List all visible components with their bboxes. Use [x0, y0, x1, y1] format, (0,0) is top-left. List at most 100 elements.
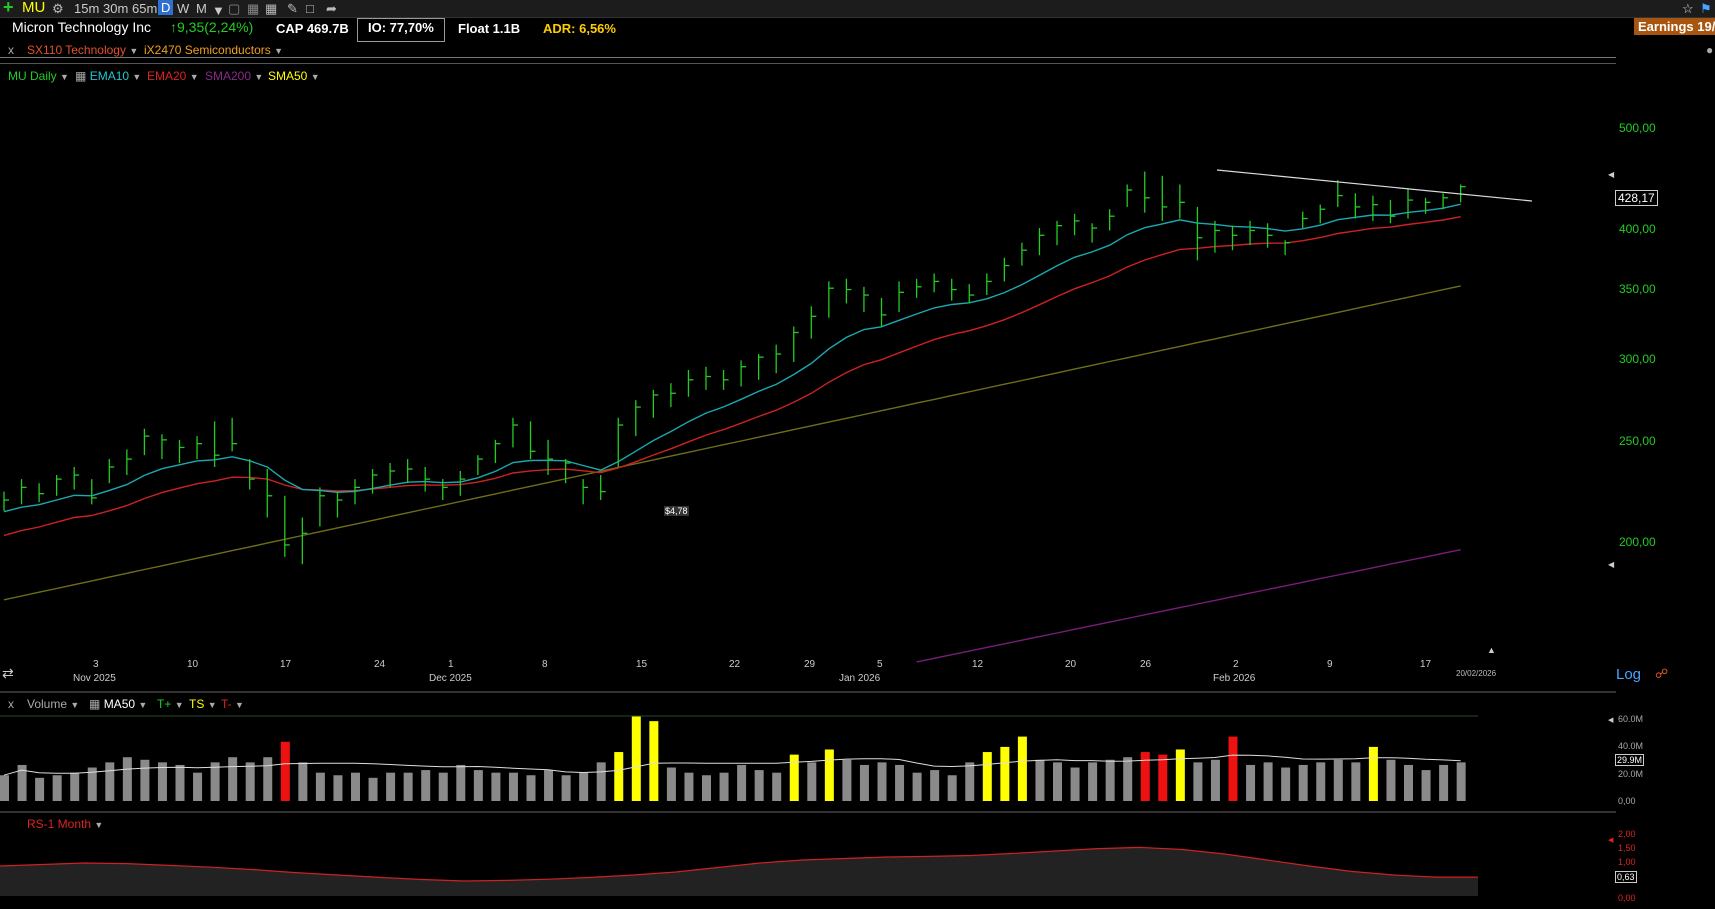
volume-bar — [965, 762, 975, 801]
volume-current-label: 29.9M — [1615, 754, 1645, 766]
price-bar — [319, 487, 325, 527]
volume-bar — [333, 775, 343, 801]
volume-bar — [438, 772, 448, 801]
volume-bar — [1281, 767, 1291, 801]
price-chart[interactable] — [0, 0, 1715, 909]
date-tick: 15 — [636, 659, 648, 670]
volume-arrow-icon: ◀ — [1608, 717, 1614, 724]
volume-close-button[interactable]: x — [8, 697, 14, 711]
volume-ma-line — [3, 754, 1461, 776]
down-arrow-icon: ◀ — [1608, 560, 1615, 569]
date-tick: 9 — [1327, 659, 1333, 670]
price-bar — [126, 449, 132, 476]
price-bar — [1354, 193, 1361, 219]
link-icon[interactable]: ☍ — [1655, 666, 1668, 682]
price-bar — [740, 360, 747, 387]
price-bar — [73, 466, 80, 490]
current-price-label: 428,17 — [1615, 190, 1658, 206]
price-bar — [494, 439, 501, 464]
log-scale-toggle[interactable]: Log — [1616, 666, 1641, 683]
price-bar — [143, 428, 150, 456]
ema10-line — [3, 203, 1461, 513]
price-tick: 400,00 — [1619, 222, 1656, 236]
volume-bar — [1351, 762, 1361, 801]
rs-label[interactable]: RS-1 Month ▼ — [27, 817, 103, 831]
price-bar — [582, 479, 589, 505]
volume-bar — [263, 757, 273, 801]
volume-tminus[interactable]: T- ▼ — [221, 697, 244, 711]
price-bar — [1161, 175, 1168, 221]
price-bar — [1179, 184, 1185, 219]
volume-tick: 0,00 — [1618, 796, 1636, 806]
volume-tick: 40.0M — [1618, 741, 1644, 751]
ema20-line — [3, 216, 1461, 537]
price-bar — [1231, 225, 1238, 251]
volume-bar — [544, 770, 554, 801]
price-tick: 250,00 — [1619, 434, 1656, 448]
date-tick: 1 — [448, 659, 454, 670]
volume-bar — [298, 762, 308, 801]
price-bar — [1249, 220, 1256, 246]
volume-bar — [614, 752, 624, 801]
date-tick: 2 — [1233, 659, 1239, 670]
volume-bar — [280, 741, 290, 801]
price-bar — [1214, 220, 1220, 253]
volume-bar — [1158, 754, 1168, 801]
volume-bar — [122, 757, 132, 801]
volume-bar — [842, 759, 852, 801]
crosshair-icon[interactable]: ⇄ — [2, 665, 14, 682]
date-tick: 29 — [804, 659, 816, 670]
volume-bar — [561, 775, 571, 801]
price-bar — [986, 273, 992, 296]
price-bar — [722, 369, 729, 390]
volume-bar — [526, 775, 536, 801]
volume-bar — [1140, 752, 1150, 801]
price-bar — [512, 417, 518, 448]
price-bar — [389, 463, 396, 488]
price-bar — [758, 354, 764, 380]
month-label: Dec 2025 — [429, 673, 472, 684]
volume-bar — [245, 762, 255, 801]
volume-bar — [491, 772, 501, 801]
volume-label[interactable]: Volume ▼ — [27, 697, 79, 711]
up-arrow-icon: ◀ — [1608, 170, 1615, 179]
price-bar — [670, 383, 676, 408]
trendline[interactable] — [1216, 169, 1533, 202]
price-bar — [3, 491, 9, 511]
date-tick: 10 — [187, 659, 199, 670]
price-bar — [477, 455, 483, 476]
price-bar — [284, 495, 290, 557]
date-tick: 17 — [1420, 659, 1432, 670]
volume-ts[interactable]: TS ▼ — [189, 697, 217, 711]
volume-bar — [631, 716, 641, 801]
month-label: Jan 2026 — [839, 673, 881, 684]
volume-bar — [315, 772, 325, 801]
price-bar — [1460, 184, 1466, 203]
price-bar — [266, 468, 273, 518]
price-bar — [406, 459, 413, 484]
volume-bar — [1017, 736, 1027, 801]
volume-ma50[interactable]: ▦ MA50 ▼ — [89, 697, 147, 711]
volume-bar — [1035, 759, 1045, 801]
price-tick: 300,00 — [1619, 352, 1656, 366]
price-bar — [91, 479, 97, 505]
price-bar — [1372, 195, 1378, 221]
volume-bar — [228, 757, 238, 801]
volume-bar — [807, 762, 817, 801]
volume-bar — [666, 767, 676, 801]
rs-arrow-icon: ◀ — [1608, 837, 1614, 844]
price-bar — [1424, 197, 1431, 214]
volume-bar — [824, 749, 834, 801]
volume-bar — [70, 772, 80, 801]
price-bar — [1126, 184, 1133, 207]
rs-current-label: 0,63 — [1615, 871, 1637, 883]
volume-bar — [772, 772, 782, 801]
sma50-line — [3, 285, 1461, 601]
price-bar — [564, 459, 571, 484]
price-bar — [529, 421, 536, 460]
volume-bar — [1298, 764, 1308, 801]
sma200-line — [916, 549, 1461, 663]
volume-tplus[interactable]: T+ ▼ — [157, 697, 184, 711]
scroll-right-icon[interactable]: ● — [1706, 43, 1713, 57]
volume-bar — [1123, 757, 1133, 801]
